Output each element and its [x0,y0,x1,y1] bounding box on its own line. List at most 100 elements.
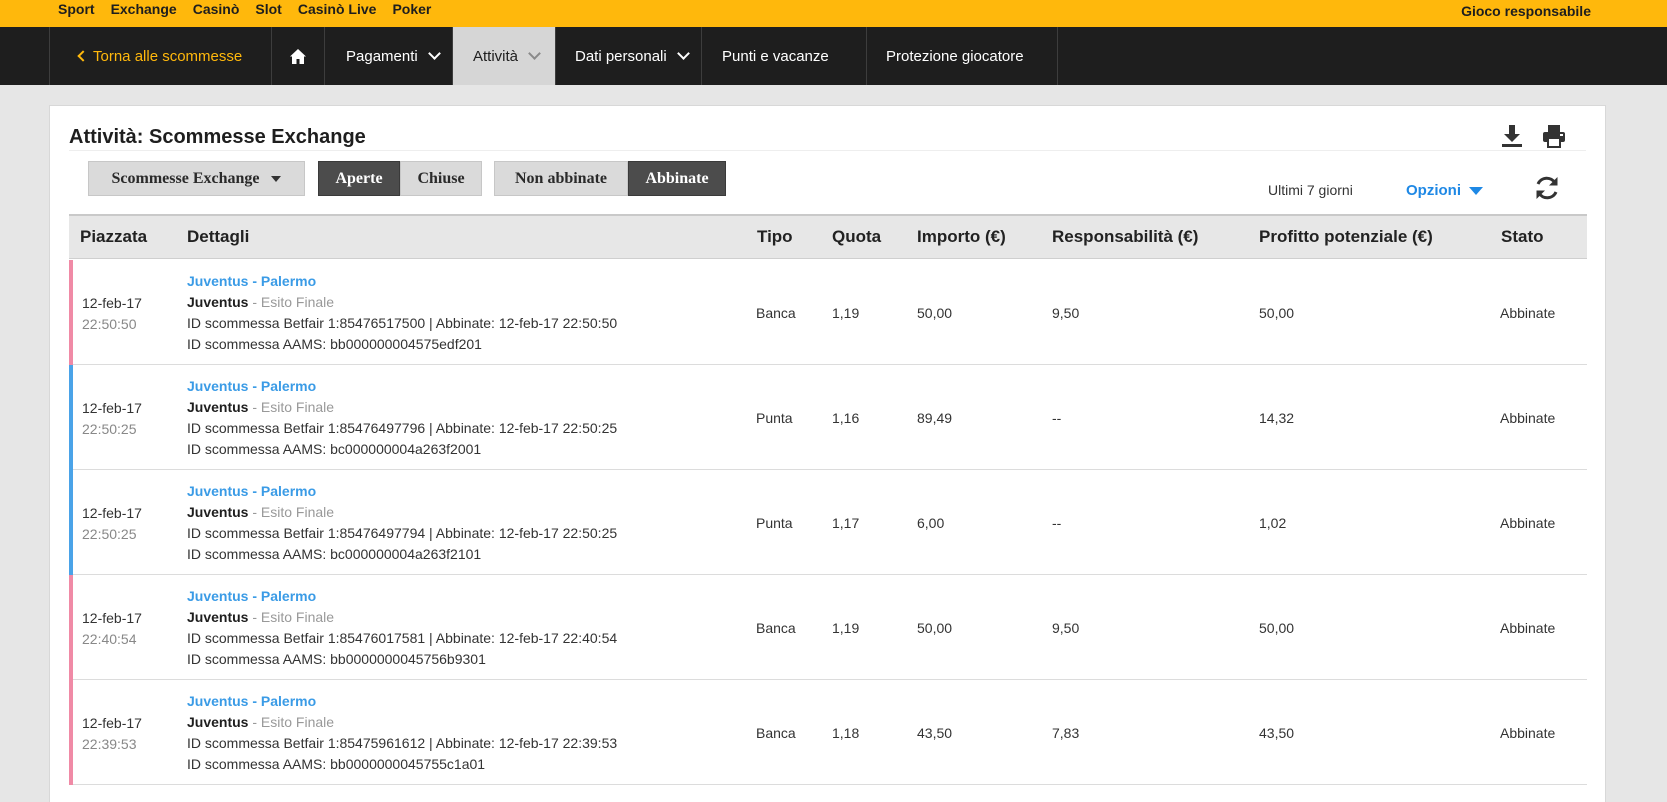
profit-cell: 43,50 [1259,725,1295,741]
placed-date: 12-feb-17 [82,610,142,626]
link-casino-live[interactable]: Casinò Live [298,0,377,19]
responsible-gaming-link[interactable]: Gioco responsabile [1461,2,1591,21]
betfair-id: ID scommessa Betfair 1:85476017581 | Abb… [187,630,618,646]
event-link[interactable]: Juventus - Palermo [187,691,617,712]
back-to-bets-link[interactable]: Torna alle scommesse [49,27,271,85]
col-details[interactable]: Dettagli [187,216,249,258]
link-poker[interactable]: Poker [392,0,431,19]
link-slot[interactable]: Slot [255,0,281,19]
nav-payments[interactable]: Pagamenti [324,27,452,85]
bet-side-indicator [69,365,73,470]
bet-side-indicator [69,680,73,785]
status-cell: Abbinate [1500,410,1556,426]
placed-time: 22:50:25 [82,526,137,542]
refresh-icon [1536,176,1558,200]
refresh-button[interactable] [1533,174,1561,202]
col-status[interactable]: Stato [1501,216,1544,258]
title-divider [69,150,1586,151]
details-cell: Juventus - Palermo Juventus - Esito Fina… [187,691,617,775]
matched-toggle[interactable]: Abbinate [628,161,726,196]
event-link[interactable]: Juventus - Palermo [187,481,617,502]
back-to-bets-label: Torna alle scommesse [93,47,243,65]
nav-personal-data[interactable]: Dati personali [555,27,701,85]
status-cell: Abbinate [1500,305,1556,321]
chevron-down-icon [528,47,541,60]
table-row: 12-feb-17 22:39:53 Juventus - Palermo Juv… [69,680,1587,785]
download-button[interactable] [1499,123,1525,149]
event-link[interactable]: Juventus - Palermo [187,586,617,607]
caret-down-icon [1469,186,1483,195]
col-stake[interactable]: Importo (€) [917,216,1006,258]
stake-cell: 43,50 [917,725,953,741]
col-odds[interactable]: Quota [832,216,881,258]
type-cell: Punta [756,515,793,531]
profit-cell: 50,00 [1259,305,1295,321]
col-placed[interactable]: Piazzata [80,216,147,258]
closed-bets-toggle[interactable]: Chiuse [400,161,482,196]
status-cell: Abbinate [1500,620,1556,636]
options-label: Opzioni [1406,182,1461,199]
link-exchange[interactable]: Exchange [111,0,177,19]
type-cell: Punta [756,410,793,426]
bet-side-indicator [69,575,73,680]
bet-side-indicator [69,260,73,365]
aams-id: ID scommessa AAMS: bc000000004a263f2001 [187,441,482,457]
bet-type-select-label: Scommesse Exchange [111,169,260,187]
product-links: Sport Exchange Casinò Slot Casinò Live P… [58,0,447,19]
print-icon [1543,125,1565,148]
link-sport[interactable]: Sport [58,0,95,19]
bet-type-select[interactable]: Scommesse Exchange [88,161,305,196]
stake-cell: 50,00 [917,620,953,636]
market-name: - Esito Finale [248,399,335,415]
aams-id: ID scommessa AAMS: bb0000000045756b9301 [187,651,486,667]
profit-cell: 14,32 [1259,410,1295,426]
nav-points-holidays[interactable]: Punti e vacanze [701,27,866,85]
selection-name: Juventus [187,399,249,415]
odds-cell: 1,19 [832,620,860,636]
placed-date: 12-feb-17 [82,715,142,731]
market-name: - Esito Finale [248,714,335,730]
profit-cell: 1,02 [1259,515,1287,531]
stake-cell: 6,00 [917,515,945,531]
options-dropdown[interactable]: Opzioni [1406,182,1483,199]
type-cell: Banca [756,725,796,741]
type-cell: Banca [756,620,796,636]
activity-card: Attività: Scommesse Exchange Scommesse E… [49,105,1606,802]
table-row: 12-feb-17 22:50:50 Juventus - Palermo Juv… [69,260,1587,365]
nav-player-protection-label: Protezione giocatore [886,47,1024,65]
event-link[interactable]: Juventus - Palermo [187,271,617,292]
bet-side-indicator [69,470,73,575]
placed-date: 12-feb-17 [82,400,142,416]
aams-id: ID scommessa AAMS: bb0000000045755c1a01 [187,756,486,772]
liability-cell: -- [1052,410,1062,426]
open-bets-toggle[interactable]: Aperte [318,161,400,196]
col-type[interactable]: Tipo [757,216,793,258]
placed-cell: 12-feb-17 22:50:25 [82,503,142,545]
nav-activity[interactable]: Attività [452,27,555,85]
liability-cell: 9,50 [1052,305,1080,321]
nav-player-protection[interactable]: Protezione giocatore [866,27,1058,85]
placed-time: 22:40:54 [82,631,137,647]
selection-name: Juventus [187,609,249,625]
table-row: 12-feb-17 22:50:25 Juventus - Palermo Juv… [69,365,1587,470]
table-row: 12-feb-17 22:40:54 Juventus - Palermo Juv… [69,575,1587,680]
details-cell: Juventus - Palermo Juventus - Esito Fina… [187,586,617,670]
status-cell: Abbinate [1500,725,1556,741]
table-header: Piazzata Dettagli Tipo Quota Importo (€)… [69,214,1587,259]
page-title: Attività: Scommesse Exchange [69,126,366,148]
unmatched-toggle[interactable]: Non abbinate [494,161,628,196]
status-cell: Abbinate [1500,515,1556,531]
placed-cell: 12-feb-17 22:40:54 [82,608,142,650]
betfair-id: ID scommessa Betfair 1:85476497794 | Abb… [187,525,618,541]
print-button[interactable] [1541,123,1567,149]
home-button[interactable] [271,27,324,85]
nav-personal-data-label: Dati personali [575,47,667,65]
liability-cell: 9,50 [1052,620,1080,636]
link-casino[interactable]: Casinò [193,0,240,19]
col-potential-profit[interactable]: Profitto potenziale (€) [1259,216,1433,258]
placed-cell: 12-feb-17 22:50:50 [82,293,142,335]
placed-date: 12-feb-17 [82,295,142,311]
col-liability[interactable]: Responsabilità (€) [1052,216,1198,258]
betfair-id: ID scommessa Betfair 1:85476497796 | Abb… [187,420,618,436]
event-link[interactable]: Juventus - Palermo [187,376,617,397]
